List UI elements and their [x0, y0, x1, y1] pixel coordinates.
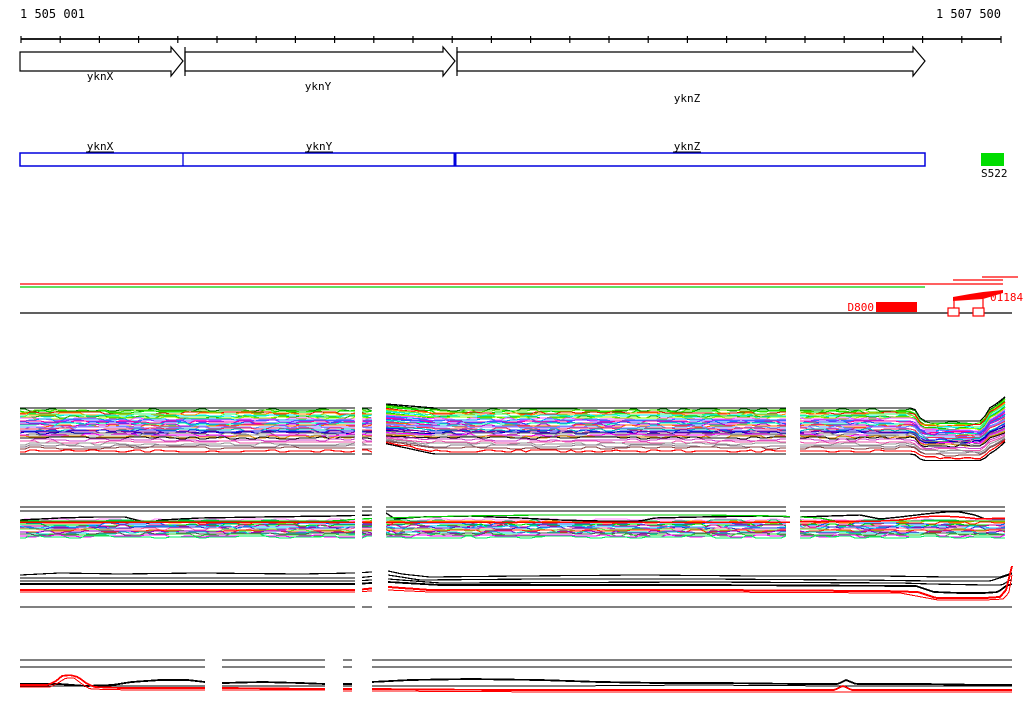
expression-line [361, 587, 372, 591]
browser-canvas: 1 505 001 1 507 500 yknX yknY yknZ yknX yknY yk… [19, 7, 1024, 693]
segment-label-yknY[interactable]: yknY [306, 140, 333, 153]
feature-01184l-label[interactable]: 01184L [990, 291, 1024, 304]
expression-line [361, 582, 372, 585]
expression-line [372, 690, 1012, 693]
expression-line [20, 446, 355, 450]
ruler-end-label: 1 507 500 [936, 7, 1001, 21]
expression-line [221, 681, 325, 685]
d800-label[interactable]: D800 [848, 301, 875, 314]
gene-label-yknY[interactable]: yknY [305, 80, 332, 93]
ruler-start-label: 1 505 001 [20, 7, 85, 21]
expression-line [385, 403, 786, 409]
expression-line [361, 590, 372, 593]
expression-line [362, 437, 373, 440]
expression-line [361, 433, 372, 436]
expression-line [361, 579, 372, 582]
expression-line [361, 575, 372, 578]
d800-box[interactable] [876, 302, 917, 312]
expression-line [372, 685, 1012, 691]
expression-track-1 [19, 396, 1006, 462]
gene-arrow-yknZ[interactable] [456, 45, 926, 78]
expression-line [362, 449, 373, 453]
segment-label-yknZ[interactable]: yknZ [674, 140, 701, 153]
expression-line [20, 449, 356, 453]
gene-label-yknZ[interactable]: yknZ [674, 92, 701, 105]
segment-box-s522[interactable] [981, 153, 1004, 166]
expression-line [387, 570, 1013, 578]
s522-label[interactable]: S522 [981, 167, 1008, 180]
expression-line [361, 438, 372, 442]
segment-bar-outline[interactable] [19, 152, 926, 167]
feature-anchor-box [947, 307, 960, 317]
expression-track-4 [20, 659, 1012, 693]
s522-box[interactable] [981, 153, 1004, 166]
expression-line [20, 523, 355, 527]
expression-line [371, 678, 1012, 686]
coordinate-ruler [20, 36, 1002, 43]
segment-bar [19, 151, 926, 167]
expression-line [19, 572, 355, 576]
gene-arrow-yknY[interactable] [184, 45, 456, 78]
gene-arrow-shape[interactable] [184, 45, 456, 78]
expression-track-2 [19, 506, 1006, 539]
expression-line [372, 684, 1012, 687]
expression-line [361, 571, 372, 574]
feature-anchor-box [972, 307, 985, 317]
segment-label-yknX[interactable]: yknX [87, 140, 114, 153]
genome-browser-view: 1 505 001 1 507 500 yknX yknY yknZ yknX yknY yk… [0, 0, 1024, 714]
gene-arrow-shape[interactable] [456, 45, 926, 78]
expression-line [385, 405, 786, 413]
expression-line [222, 687, 325, 690]
expression-track-3 [19, 565, 1013, 608]
gene-label-yknX[interactable]: yknX [87, 70, 114, 83]
